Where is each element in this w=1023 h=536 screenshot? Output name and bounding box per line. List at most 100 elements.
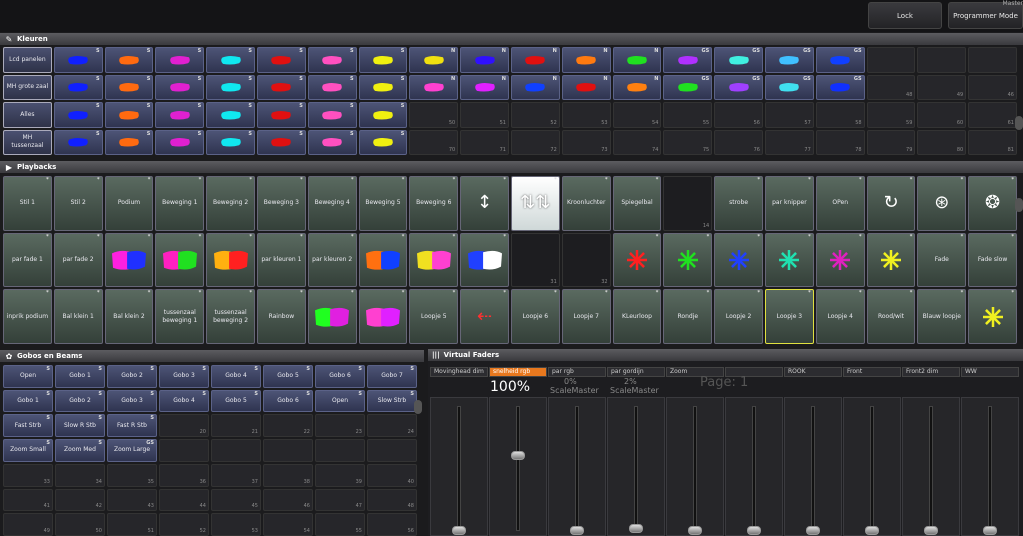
color-swatch-button[interactable]: S bbox=[53, 47, 103, 73]
fader-knob[interactable] bbox=[747, 526, 761, 535]
playback-button[interactable]: * Bal klein 1 bbox=[53, 289, 103, 344]
playback-button[interactable]: * bbox=[358, 289, 408, 344]
playback-button[interactable]: * par fade 2 bbox=[53, 232, 103, 288]
playback-button[interactable]: * Rondje bbox=[663, 289, 713, 344]
color-swatch-button[interactable]: S bbox=[307, 47, 357, 73]
empty-color-slot[interactable]: 71 bbox=[460, 129, 509, 155]
playback-button[interactable]: * Rainbow bbox=[256, 289, 306, 344]
empty-color-slot[interactable] bbox=[866, 47, 916, 73]
color-swatch-button[interactable]: S bbox=[104, 47, 154, 73]
fader-name-label[interactable]: Front bbox=[843, 367, 901, 377]
color-swatch-button[interactable]: N bbox=[409, 74, 459, 100]
empty-color-slot[interactable]: 55 bbox=[663, 102, 713, 128]
empty-color-slot[interactable]: 78 bbox=[815, 129, 865, 155]
color-swatch-button[interactable]: N bbox=[612, 47, 662, 73]
gobos-scroll-handle[interactable] bbox=[414, 400, 422, 414]
playback-button[interactable]: * ↻ bbox=[866, 176, 916, 231]
fader-knob[interactable] bbox=[688, 526, 702, 535]
color-swatch-button[interactable]: S bbox=[358, 102, 408, 128]
empty-gobo-slot[interactable]: 53 bbox=[211, 513, 261, 536]
empty-gobo-slot[interactable]: 35 bbox=[107, 463, 157, 487]
empty-playback-slot[interactable]: 14 bbox=[663, 176, 713, 231]
fader-name-label[interactable]: WW bbox=[961, 367, 1019, 377]
empty-color-slot[interactable]: 72 bbox=[510, 129, 560, 155]
fader-name-label[interactable]: snelheid rgb bbox=[489, 367, 547, 377]
color-swatch-button[interactable]: N bbox=[612, 74, 662, 100]
color-swatch-button[interactable]: N bbox=[460, 47, 509, 73]
empty-color-slot[interactable]: 60 bbox=[917, 102, 967, 128]
playback-button[interactable]: * Loopje 2 bbox=[714, 289, 763, 344]
empty-color-slot[interactable]: 46 bbox=[968, 74, 1017, 100]
fader-track[interactable] bbox=[870, 406, 874, 531]
playback-button[interactable]: * tussenzaal beweging 1 bbox=[155, 289, 205, 344]
playback-button[interactable]: * bbox=[358, 232, 408, 288]
empty-color-slot[interactable] bbox=[917, 47, 967, 73]
gobo-button[interactable]: S Slow Strb bbox=[367, 389, 417, 413]
fader-track[interactable] bbox=[811, 406, 815, 531]
color-swatch-button[interactable]: N bbox=[409, 47, 459, 73]
gobo-button[interactable]: S Open bbox=[315, 389, 365, 413]
playback-button[interactable]: * bbox=[460, 232, 509, 288]
color-swatch-button[interactable]: S bbox=[104, 129, 154, 155]
gobo-button[interactable]: S Zoom Med bbox=[55, 439, 105, 462]
fader-name-label[interactable]: Movinghead dim bbox=[430, 367, 488, 377]
gobo-button[interactable]: S Gobo 3 bbox=[107, 389, 157, 413]
gobo-button[interactable]: S Fast Strb bbox=[3, 414, 53, 438]
empty-gobo-slot[interactable]: 24 bbox=[367, 414, 417, 438]
fader-track[interactable] bbox=[693, 406, 697, 531]
empty-gobo-slot[interactable]: 44 bbox=[159, 488, 209, 512]
empty-gobo-slot[interactable]: 20 bbox=[159, 414, 209, 438]
empty-color-slot[interactable]: 58 bbox=[815, 102, 865, 128]
empty-color-slot[interactable]: 57 bbox=[764, 102, 814, 128]
empty-gobo-slot[interactable]: 49 bbox=[3, 513, 53, 536]
fader-knob[interactable] bbox=[570, 526, 584, 535]
playback-button[interactable]: * Spiegelbal bbox=[612, 176, 662, 231]
fader-track[interactable] bbox=[575, 406, 579, 531]
color-swatch-button[interactable]: GS bbox=[764, 74, 814, 100]
colors-scroll-handle[interactable] bbox=[1015, 116, 1023, 130]
fader-knob[interactable] bbox=[511, 451, 525, 460]
empty-gobo-slot[interactable]: 45 bbox=[211, 488, 261, 512]
empty-gobo-slot[interactable]: 38 bbox=[263, 463, 313, 487]
empty-color-slot[interactable]: 79 bbox=[866, 129, 916, 155]
empty-gobo-slot[interactable]: 47 bbox=[315, 488, 365, 512]
gobo-button[interactable]: S Zoom Small bbox=[3, 439, 53, 462]
empty-gobo-slot[interactable]: 55 bbox=[315, 513, 365, 536]
fader-knob[interactable] bbox=[983, 526, 997, 535]
playback-button[interactable]: * Fade slow bbox=[968, 232, 1017, 288]
empty-gobo-slot[interactable]: 48 bbox=[367, 488, 417, 512]
fader-track[interactable] bbox=[929, 406, 933, 531]
playback-button[interactable]: * Loopje 7 bbox=[561, 289, 611, 344]
playback-button[interactable]: * bbox=[968, 289, 1017, 344]
fader-knob[interactable] bbox=[924, 526, 938, 535]
playback-button[interactable]: * Beweging 6 bbox=[409, 176, 459, 231]
empty-gobo-slot[interactable] bbox=[263, 439, 313, 462]
empty-gobo-slot[interactable]: 43 bbox=[107, 488, 157, 512]
playback-button[interactable]: * tussenzaal beweging 2 bbox=[206, 289, 255, 344]
empty-color-slot[interactable]: 74 bbox=[612, 129, 662, 155]
fader-knob[interactable] bbox=[806, 526, 820, 535]
color-swatch-button[interactable]: S bbox=[155, 129, 205, 155]
playback-button[interactable]: * Loopje 4 bbox=[815, 289, 865, 344]
playback-button[interactable]: * ❂ bbox=[968, 176, 1017, 231]
playback-button[interactable]: * par kleuren 1 bbox=[256, 232, 306, 288]
gobo-button[interactable]: S Gobo 1 bbox=[55, 365, 105, 388]
gobo-button[interactable]: S Gobo 3 bbox=[159, 365, 209, 388]
gobo-button[interactable]: S Gobo 4 bbox=[159, 389, 209, 413]
playback-button[interactable]: * bbox=[663, 232, 713, 288]
color-swatch-button[interactable]: S bbox=[307, 74, 357, 100]
playback-button[interactable]: * bbox=[409, 232, 459, 288]
playback-button[interactable]: * bbox=[764, 232, 814, 288]
playback-button[interactable]: * Rood/wit bbox=[866, 289, 916, 344]
color-swatch-button[interactable]: S bbox=[53, 129, 103, 155]
empty-color-slot[interactable]: 56 bbox=[714, 102, 763, 128]
color-swatch-button[interactable]: S bbox=[358, 47, 408, 73]
gobo-button[interactable]: GS Zoom Large bbox=[107, 439, 157, 462]
playback-button[interactable]: * par fade 1 bbox=[3, 232, 52, 288]
empty-color-slot[interactable]: 81 bbox=[968, 129, 1017, 155]
empty-color-slot[interactable]: 54 bbox=[612, 102, 662, 128]
playback-button[interactable]: * strobe bbox=[714, 176, 763, 231]
empty-gobo-slot[interactable]: 21 bbox=[211, 414, 261, 438]
empty-gobo-slot[interactable] bbox=[211, 439, 261, 462]
empty-gobo-slot[interactable]: 56 bbox=[367, 513, 417, 536]
